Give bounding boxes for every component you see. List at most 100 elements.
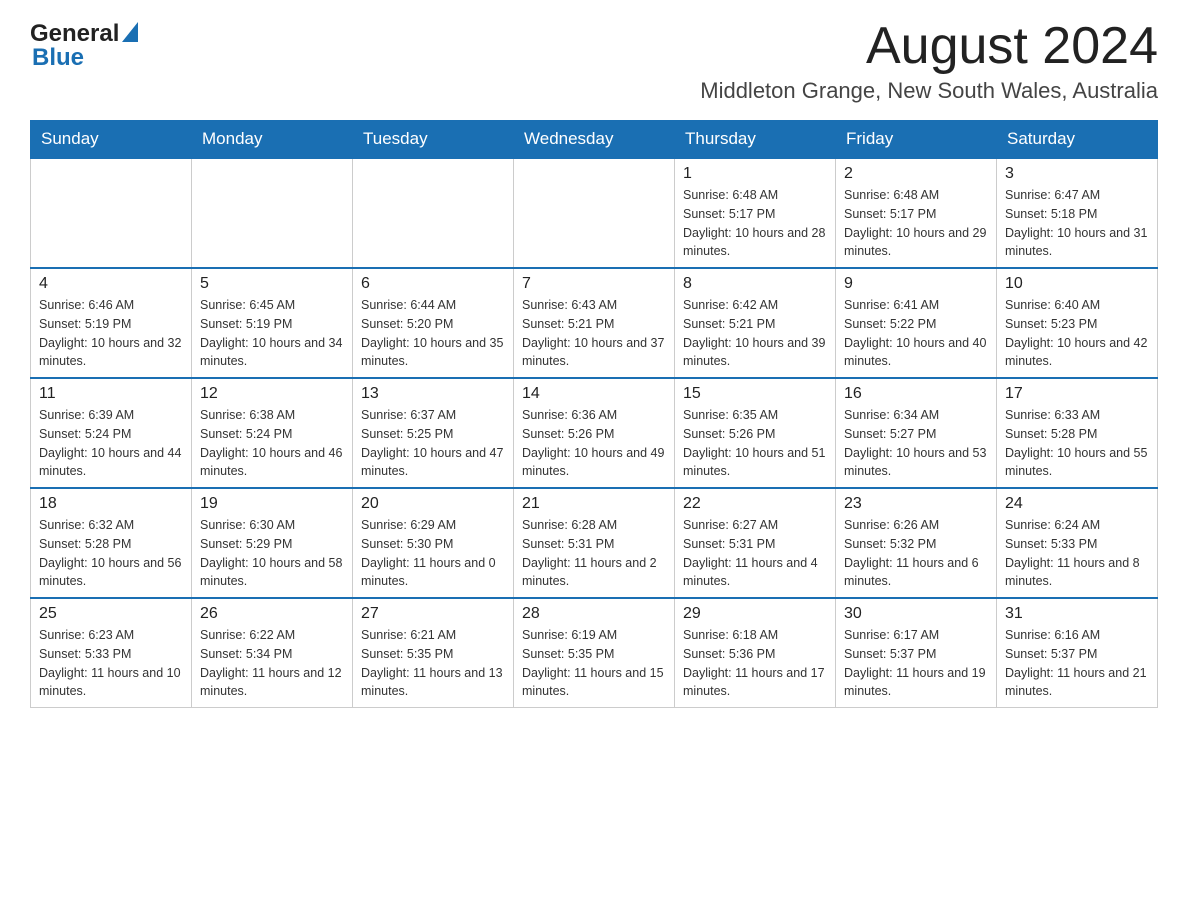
calendar-cell: 20 Sunrise: 6:29 AMSunset: 5:30 PMDayligh… — [353, 488, 514, 598]
week-row-3: 11 Sunrise: 6:39 AMSunset: 5:24 PMDayligh… — [31, 378, 1158, 488]
weekday-header-monday: Monday — [192, 121, 353, 159]
calendar-cell: 5 Sunrise: 6:45 AMSunset: 5:19 PMDaylight… — [192, 268, 353, 378]
day-info: Sunrise: 6:46 AMSunset: 5:19 PMDaylight:… — [39, 296, 183, 371]
calendar-cell: 28Sunrise: 6:19 AMSunset: 5:35 PMDayligh… — [514, 598, 675, 708]
day-info: Sunrise: 6:39 AMSunset: 5:24 PMDaylight:… — [39, 406, 183, 481]
calendar-cell: 30 Sunrise: 6:17 AMSunset: 5:37 PMDayligh… — [836, 598, 997, 708]
day-info: Sunrise: 6:27 AMSunset: 5:31 PMDaylight:… — [683, 516, 827, 591]
day-info: Sunrise: 6:40 AMSunset: 5:23 PMDaylight:… — [1005, 296, 1149, 371]
day-info: Sunrise: 6:38 AMSunset: 5:24 PMDaylight:… — [200, 406, 344, 481]
calendar-cell: 27Sunrise: 6:21 AMSunset: 5:35 PMDayligh… — [353, 598, 514, 708]
calendar-cell: 2 Sunrise: 6:48 AMSunset: 5:17 PMDaylight… — [836, 158, 997, 268]
day-info: Sunrise: 6:36 AMSunset: 5:26 PMDaylight:… — [522, 406, 666, 481]
calendar-cell: 18 Sunrise: 6:32 AMSunset: 5:28 PMDayligh… — [31, 488, 192, 598]
day-info: Sunrise: 6:29 AMSunset: 5:30 PMDaylight:… — [361, 516, 505, 591]
day-number: 2 — [844, 165, 988, 183]
day-number: 7 — [522, 275, 666, 293]
day-info: Sunrise: 6:33 AMSunset: 5:28 PMDaylight:… — [1005, 406, 1149, 481]
day-info: Sunrise: 6:17 AMSunset: 5:37 PMDaylight:… — [844, 626, 988, 701]
day-number: 29 — [683, 605, 827, 623]
day-number: 4 — [39, 275, 183, 293]
day-number: 31 — [1005, 605, 1149, 623]
day-info: Sunrise: 6:41 AMSunset: 5:22 PMDaylight:… — [844, 296, 988, 371]
day-info: Sunrise: 6:48 AMSunset: 5:17 PMDaylight:… — [844, 186, 988, 261]
day-number: 6 — [361, 275, 505, 293]
calendar-cell — [31, 158, 192, 268]
calendar-cell: 15 Sunrise: 6:35 AMSunset: 5:26 PMDayligh… — [675, 378, 836, 488]
day-number: 21 — [522, 495, 666, 513]
calendar-cell — [192, 158, 353, 268]
day-number: 8 — [683, 275, 827, 293]
weekday-header-tuesday: Tuesday — [353, 121, 514, 159]
day-info: Sunrise: 6:45 AMSunset: 5:19 PMDaylight:… — [200, 296, 344, 371]
calendar-cell: 16 Sunrise: 6:34 AMSunset: 5:27 PMDayligh… — [836, 378, 997, 488]
day-number: 23 — [844, 495, 988, 513]
day-number: 22 — [683, 495, 827, 513]
day-info: Sunrise: 6:16 AMSunset: 5:37 PMDaylight:… — [1005, 626, 1149, 701]
day-number: 18 — [39, 495, 183, 513]
day-number: 26 — [200, 605, 344, 623]
day-number: 27 — [361, 605, 505, 623]
day-number: 15 — [683, 385, 827, 403]
day-number: 25 — [39, 605, 183, 623]
day-number: 17 — [1005, 385, 1149, 403]
calendar-cell: 11 Sunrise: 6:39 AMSunset: 5:24 PMDayligh… — [31, 378, 192, 488]
logo: General Blue — [30, 20, 138, 72]
day-info: Sunrise: 6:48 AMSunset: 5:17 PMDaylight:… — [683, 186, 827, 261]
calendar-cell: 9 Sunrise: 6:41 AMSunset: 5:22 PMDaylight… — [836, 268, 997, 378]
calendar-cell: 24 Sunrise: 6:24 AMSunset: 5:33 PMDayligh… — [997, 488, 1158, 598]
day-number: 12 — [200, 385, 344, 403]
calendar-cell: 12 Sunrise: 6:38 AMSunset: 5:24 PMDayligh… — [192, 378, 353, 488]
location-subtitle: Middleton Grange, New South Wales, Austr… — [30, 78, 1158, 104]
day-number: 20 — [361, 495, 505, 513]
day-info: Sunrise: 6:24 AMSunset: 5:33 PMDaylight:… — [1005, 516, 1149, 591]
week-row-2: 4 Sunrise: 6:46 AMSunset: 5:19 PMDaylight… — [31, 268, 1158, 378]
day-number: 16 — [844, 385, 988, 403]
day-number: 11 — [39, 385, 183, 403]
day-number: 13 — [361, 385, 505, 403]
calendar-cell: 3Sunrise: 6:47 AMSunset: 5:18 PMDaylight… — [997, 158, 1158, 268]
calendar-cell: 19Sunrise: 6:30 AMSunset: 5:29 PMDayligh… — [192, 488, 353, 598]
week-row-1: 1Sunrise: 6:48 AMSunset: 5:17 PMDaylight… — [31, 158, 1158, 268]
weekday-header-row: SundayMondayTuesdayWednesdayThursdayFrid… — [31, 121, 1158, 159]
calendar-cell: 25Sunrise: 6:23 AMSunset: 5:33 PMDayligh… — [31, 598, 192, 708]
title-block: August 2024 — [866, 20, 1158, 72]
calendar-cell — [514, 158, 675, 268]
day-info: Sunrise: 6:32 AMSunset: 5:28 PMDaylight:… — [39, 516, 183, 591]
weekday-header-friday: Friday — [836, 121, 997, 159]
calendar-cell: 26 Sunrise: 6:22 AMSunset: 5:34 PMDayligh… — [192, 598, 353, 708]
week-row-4: 18 Sunrise: 6:32 AMSunset: 5:28 PMDayligh… — [31, 488, 1158, 598]
day-info: Sunrise: 6:34 AMSunset: 5:27 PMDaylight:… — [844, 406, 988, 481]
weekday-header-wednesday: Wednesday — [514, 121, 675, 159]
day-number: 28 — [522, 605, 666, 623]
day-info: Sunrise: 6:26 AMSunset: 5:32 PMDaylight:… — [844, 516, 988, 591]
calendar-cell: 23 Sunrise: 6:26 AMSunset: 5:32 PMDayligh… — [836, 488, 997, 598]
day-number: 5 — [200, 275, 344, 293]
day-info: Sunrise: 6:42 AMSunset: 5:21 PMDaylight:… — [683, 296, 827, 371]
calendar-cell: 7 Sunrise: 6:43 AMSunset: 5:21 PMDaylight… — [514, 268, 675, 378]
calendar-cell: 8 Sunrise: 6:42 AMSunset: 5:21 PMDaylight… — [675, 268, 836, 378]
day-number: 9 — [844, 275, 988, 293]
day-info: Sunrise: 6:43 AMSunset: 5:21 PMDaylight:… — [522, 296, 666, 371]
calendar-cell: 4 Sunrise: 6:46 AMSunset: 5:19 PMDaylight… — [31, 268, 192, 378]
calendar-cell: 6 Sunrise: 6:44 AMSunset: 5:20 PMDaylight… — [353, 268, 514, 378]
page-header: General Blue August 2024 — [30, 20, 1158, 72]
day-info: Sunrise: 6:47 AMSunset: 5:18 PMDaylight:… — [1005, 186, 1149, 261]
logo-triangle-icon — [122, 22, 138, 42]
day-number: 24 — [1005, 495, 1149, 513]
day-info: Sunrise: 6:18 AMSunset: 5:36 PMDaylight:… — [683, 626, 827, 701]
calendar-cell: 13Sunrise: 6:37 AMSunset: 5:25 PMDayligh… — [353, 378, 514, 488]
month-year-title: August 2024 — [866, 20, 1158, 72]
day-info: Sunrise: 6:35 AMSunset: 5:26 PMDaylight:… — [683, 406, 827, 481]
day-number: 14 — [522, 385, 666, 403]
weekday-header-saturday: Saturday — [997, 121, 1158, 159]
weekday-header-sunday: Sunday — [31, 121, 192, 159]
calendar-cell: 1Sunrise: 6:48 AMSunset: 5:17 PMDaylight… — [675, 158, 836, 268]
day-info: Sunrise: 6:44 AMSunset: 5:20 PMDaylight:… — [361, 296, 505, 371]
calendar-cell: 22 Sunrise: 6:27 AMSunset: 5:31 PMDayligh… — [675, 488, 836, 598]
day-info: Sunrise: 6:30 AMSunset: 5:29 PMDaylight:… — [200, 516, 344, 591]
day-info: Sunrise: 6:22 AMSunset: 5:34 PMDaylight:… — [200, 626, 344, 701]
calendar-cell: 21Sunrise: 6:28 AMSunset: 5:31 PMDayligh… — [514, 488, 675, 598]
day-number: 30 — [844, 605, 988, 623]
calendar-cell: 31 Sunrise: 6:16 AMSunset: 5:37 PMDayligh… — [997, 598, 1158, 708]
